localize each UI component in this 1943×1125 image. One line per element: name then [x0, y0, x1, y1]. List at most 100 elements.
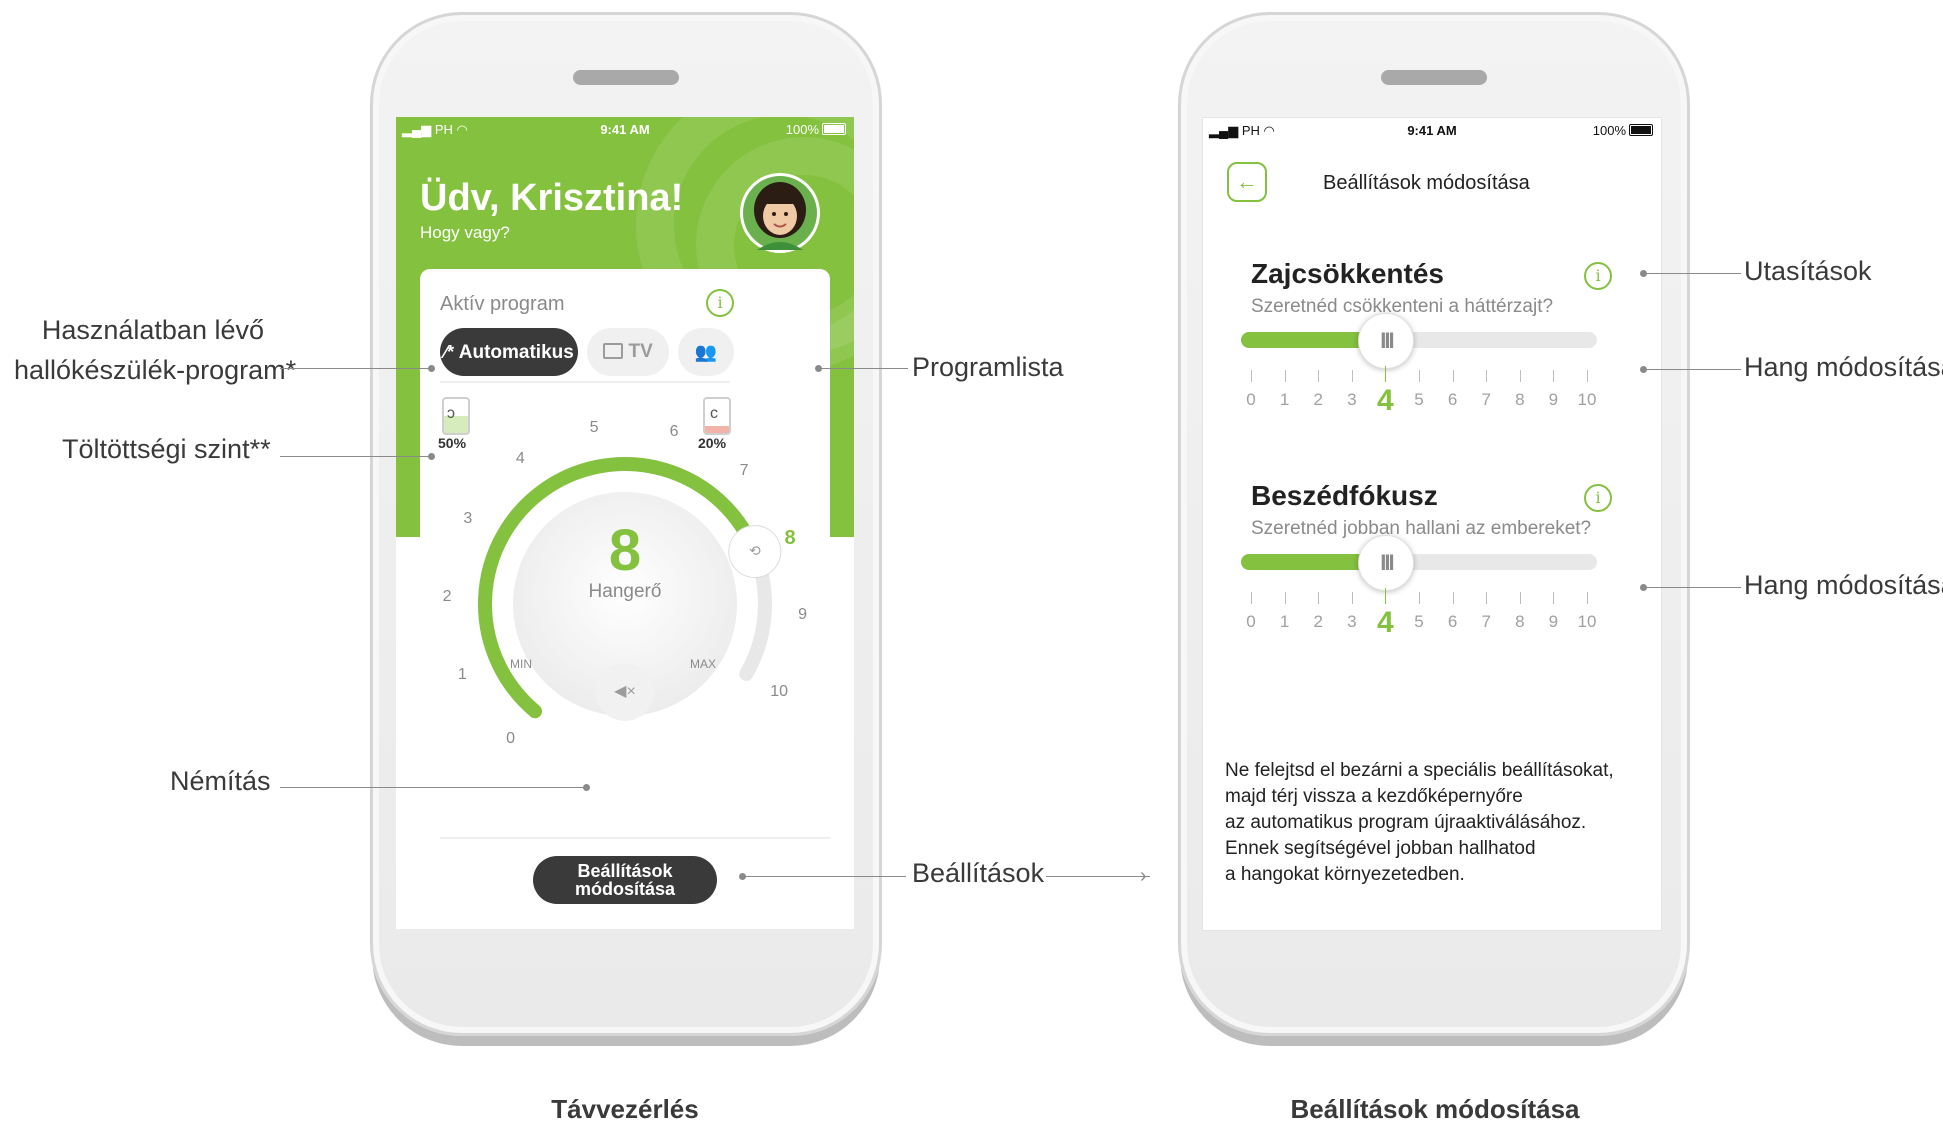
- battery-right-icon: c: [703, 397, 731, 435]
- tv-icon: [603, 343, 624, 359]
- annotation-line: [280, 368, 430, 369]
- hearing-aid-icon: c: [710, 405, 718, 422]
- slider-tick-label: 10: [1577, 612, 1597, 631]
- slider-tick-label: 5: [1414, 612, 1424, 631]
- annotation-dot: [583, 784, 590, 791]
- note-line: a hangokat környezetedben.: [1225, 864, 1465, 885]
- magic-wand-icon: ⁄*: [444, 342, 455, 362]
- divider: [440, 837, 830, 839]
- control-card: Aktív program i ⁄* Automatikus TV 👥 ↄ 5 0…: [420, 269, 830, 925]
- slider-track[interactable]: [1241, 332, 1597, 348]
- slider-tick: [1385, 366, 1387, 382]
- volume-max-label: MAX: [690, 657, 717, 671]
- slider-tick-label: 0: [1246, 612, 1256, 631]
- info-icon[interactable]: i: [1584, 262, 1612, 290]
- volume-scale-number: 5: [589, 418, 599, 436]
- annotation-line: [280, 787, 585, 788]
- slider-tick: [1385, 588, 1387, 604]
- slider-tick: [1284, 592, 1286, 604]
- slider-tick: [1553, 370, 1555, 382]
- noise-reduction-title: Zajcsökkentés: [1251, 258, 1444, 289]
- slider-tick-label: 8: [1515, 390, 1525, 409]
- slider-tick-label: 7: [1481, 390, 1491, 409]
- slider-tick: [1553, 592, 1555, 604]
- hearing-aid-icon: ↄ: [447, 405, 455, 422]
- note-line: majd térj vissza a kezdőképernyőre: [1225, 786, 1523, 807]
- divider: [440, 381, 730, 383]
- arrow-right-icon: ›: [1140, 865, 1147, 887]
- settings-button[interactable]: Beállítások módosítása: [533, 856, 717, 904]
- annotation-sound-adjust: Hang módosítása: [1744, 570, 1943, 600]
- speech-focus-title: Beszédfókusz: [1251, 480, 1438, 511]
- slider-tick: [1351, 370, 1353, 382]
- annotation-program-in-use: Használatban lévő hallókészülék-program*: [14, 315, 297, 385]
- annotation-line: [1645, 369, 1741, 370]
- volume-min-label: MIN: [510, 657, 532, 671]
- noise-reduction-subtitle: Szeretnéd csökkenteni a háttérzajt?: [1251, 296, 1554, 317]
- slider-tick-label: 0: [1246, 390, 1256, 409]
- slider-tick-label: 5: [1414, 390, 1424, 409]
- slider-thumb[interactable]: III: [1358, 535, 1415, 591]
- slider-tick: [1519, 592, 1521, 604]
- volume-label: Hangerő: [588, 581, 662, 602]
- slider-tick-label: 2: [1313, 612, 1323, 631]
- slider-tick: [1351, 592, 1353, 604]
- volume-scale-number: 2: [442, 587, 452, 605]
- settings-button-line1: Beállítások: [577, 861, 673, 881]
- note-line: Ennek segítségével jobban hallhatod: [1225, 838, 1536, 859]
- slider-tick: [1452, 592, 1454, 604]
- slider-tick: [1452, 370, 1454, 382]
- info-icon[interactable]: i: [706, 289, 734, 317]
- avatar[interactable]: [740, 173, 820, 253]
- slider-tick: [1486, 592, 1488, 604]
- slider-tick: [1251, 592, 1252, 604]
- slider-tick-label: 6: [1447, 612, 1458, 631]
- slider-tick-label: 6: [1447, 390, 1458, 409]
- annotation-line: [820, 368, 908, 369]
- people-icon: 👥: [694, 342, 718, 362]
- program-tv[interactable]: TV: [587, 328, 669, 376]
- slider-tick-label: 7: [1481, 612, 1491, 631]
- slider-tick: [1318, 370, 1320, 382]
- annotation-mute: Némítás: [170, 766, 271, 796]
- reminder-note: Ne felejtsd el bezárni a speciális beáll…: [1225, 758, 1614, 888]
- slider-tick: [1318, 592, 1320, 604]
- volume-value: 8: [608, 518, 642, 583]
- slider-tick: [1519, 370, 1521, 382]
- annotation-program-list: Programlista: [912, 352, 1064, 382]
- mute-icon: ◀×: [614, 683, 636, 700]
- annotation-dot: [428, 365, 435, 372]
- slider-tick-label: 8: [1515, 612, 1525, 631]
- slider-tick-label: 9: [1548, 612, 1559, 631]
- annotation-settings: Beállítások: [912, 858, 1045, 888]
- remote-control-screen: ▂▄▆ PH ◠ 9:41 AM 100% Üdv, Krisztina! Ho…: [396, 117, 854, 929]
- info-icon[interactable]: i: [1584, 484, 1612, 512]
- slider-track[interactable]: [1241, 554, 1597, 570]
- volume-scale-number: 9: [798, 606, 808, 624]
- program-automatic[interactable]: ⁄* Automatikus: [440, 328, 578, 376]
- annotation-instructions: Utasítások: [1744, 256, 1872, 286]
- subgreeting: Hogy vagy?: [420, 223, 510, 242]
- volume-scale-number: 10: [770, 683, 789, 700]
- slider-tick: [1587, 592, 1588, 604]
- annotation-line: [744, 876, 906, 877]
- volume-scale-number: 4: [515, 449, 525, 467]
- slider-tick-label: 4: [1377, 606, 1394, 639]
- program-group[interactable]: 👥: [678, 328, 734, 376]
- volume-scale-number: 7: [739, 461, 749, 479]
- volume-scale-number: 3: [463, 510, 473, 528]
- greeting: Üdv, Krisztina!: [420, 177, 684, 219]
- annotation-line: [1645, 587, 1741, 588]
- slider-tick-label: 2: [1313, 390, 1323, 409]
- slider-thumb[interactable]: III: [1358, 313, 1415, 369]
- avatar-image: [743, 176, 817, 250]
- rotate-arrows-icon: ⟲: [749, 542, 761, 558]
- mute-button[interactable]: ◀×: [596, 663, 654, 721]
- battery-status: 100%: [786, 122, 846, 137]
- battery-left-icon: ↄ: [442, 397, 470, 435]
- slider-tick: [1284, 370, 1286, 382]
- page-title: Beállítások módosítása: [1323, 172, 1530, 194]
- back-button[interactable]: ←: [1227, 162, 1267, 202]
- slider-tick: [1486, 370, 1488, 382]
- note-line: az automatikus program újraaktiválásához…: [1225, 812, 1587, 833]
